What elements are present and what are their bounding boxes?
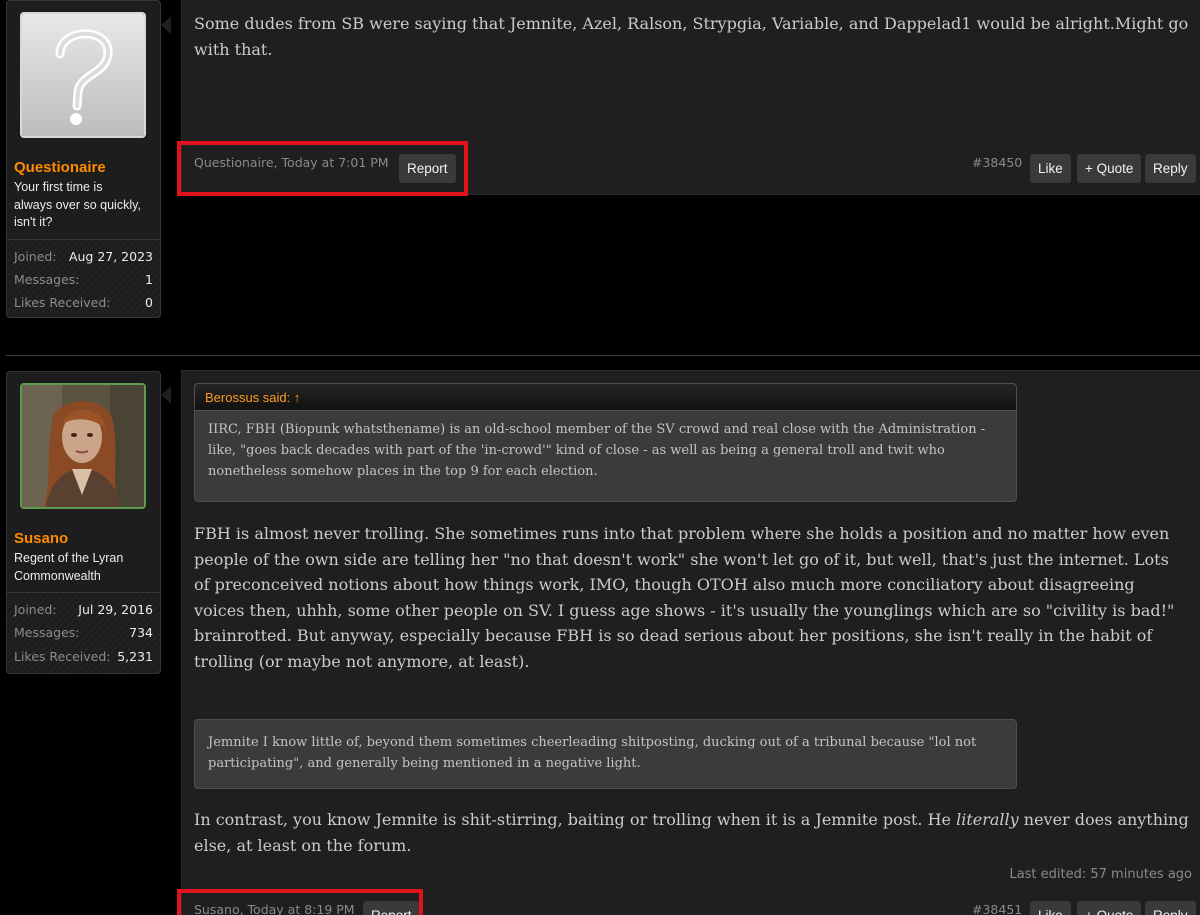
user-title: Regent of the Lyran Commonwealth [14,551,124,583]
stat-label: Joined: [14,602,57,617]
post-number[interactable]: #38450 [972,155,1022,170]
post-divider [6,355,1200,356]
quote-text: Jemnite I know little of, beyond them so… [208,735,977,771]
quote-block: Jemnite I know little of, beyond them so… [194,719,1017,789]
quote-button[interactable]: + Quote [1077,154,1142,183]
user-title: Your first time is always over so quickl… [14,180,141,229]
user-card: Susano Regent of the Lyran Commonwealth … [6,371,161,674]
user-stats: Joined: Jul 29, 2016 Messages: 734 Likes… [7,593,160,673]
like-button[interactable]: Like [1030,901,1071,915]
stat-joined: Joined: Aug 27, 2023 [14,249,153,269]
highlight-box [177,889,423,915]
speech-arrow [161,386,171,404]
stat-likes: Likes Received: 5,231 [14,649,153,669]
reply-button[interactable]: Reply [1145,154,1196,183]
username[interactable]: Susano [14,530,68,547]
quote-text: IIRC, FBH (Biopunk whatsthename) is an o… [208,422,986,479]
stat-likes: Likes Received: 0 [14,295,153,315]
message-segment: In contrast, you know Jemnite is shit-st… [194,810,957,829]
stat-label: Likes Received: [14,649,111,664]
stat-label: Messages: [14,625,80,640]
post-number[interactable]: #38451 [972,902,1022,915]
message-emphasis: literally [956,810,1019,829]
stat-value: 0 [145,295,153,310]
quote-block: Berossus said: ↑ IIRC, FBH (Biopunk what… [194,383,1017,502]
stat-value: Jul 29, 2016 [78,602,153,617]
user-stats: Joined: Aug 27, 2023 Messages: 1 Likes R… [7,240,160,318]
message-text: In contrast, you know Jemnite is shit-st… [194,807,1189,858]
quote-author-link[interactable]: Berossus said: ↑ [195,384,1016,411]
stat-label: Likes Received: [14,295,111,310]
reply-button[interactable]: Reply [1145,901,1196,915]
avatar[interactable] [20,12,146,138]
stat-value: 1 [145,272,153,287]
message-text: Some dudes from SB were saying that Jemn… [194,14,1189,59]
message-text: FBH is almost never trolling. She someti… [194,524,1175,671]
stat-value: Aug 27, 2023 [68,249,153,264]
stat-value: 734 [129,625,153,640]
highlight-box [177,141,468,196]
speech-arrow [161,16,171,34]
stat-value: 5,231 [117,649,153,664]
quote-button[interactable]: + Quote [1077,901,1142,915]
user-card: Questionaire Your first time is always o… [6,0,161,318]
username[interactable]: Questionaire [14,159,106,176]
question-mark-avatar-icon [22,14,144,136]
stat-label: Joined: [14,249,57,264]
stat-messages: Messages: 1 [14,272,153,292]
stat-joined: Joined: Jul 29, 2016 [14,602,153,622]
stat-label: Messages: [14,272,80,287]
last-edited: Last edited: 57 minutes ago [1009,867,1192,882]
portrait-avatar-icon [22,385,144,507]
like-button[interactable]: Like [1030,154,1071,183]
avatar[interactable] [20,383,146,509]
stat-messages: Messages: 734 [14,625,153,645]
